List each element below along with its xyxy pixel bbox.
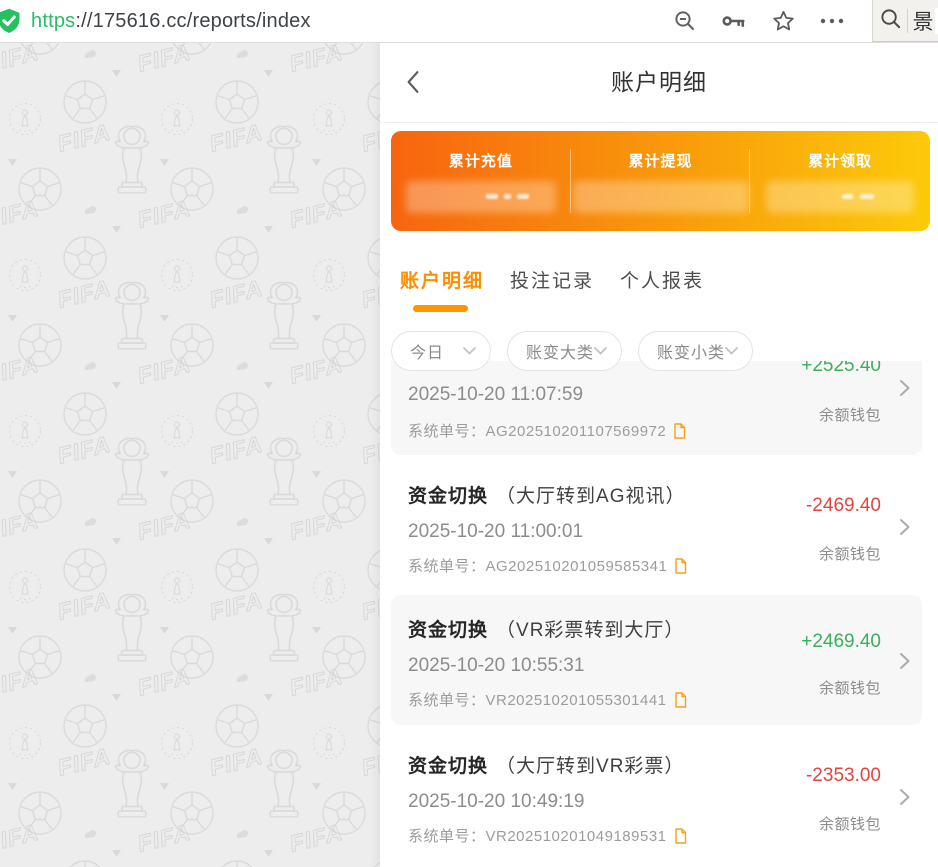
url-path: ://175616.cc/reports/index: [75, 10, 310, 33]
chevron-right-icon[interactable]: [899, 379, 911, 397]
transaction-title: 资金切换 （VR彩票转到大厅）: [408, 615, 684, 642]
chevron-right-icon[interactable]: [899, 652, 911, 670]
wallet-label: 余额钱包: [819, 813, 881, 834]
chevron-down-icon: [594, 347, 607, 355]
redacted-dash: [504, 194, 511, 199]
transaction-datetime: 2025-10-20 11:07:59: [408, 384, 583, 406]
filter-label: 账变小类: [657, 339, 725, 363]
wallet-label: 余额钱包: [819, 404, 881, 425]
transaction-type: 资金切换: [408, 620, 488, 641]
transaction-row[interactable]: +2525.40 2025-10-20 11:07:59 系统单号：AG2025…: [391, 361, 922, 455]
wallet-label: 余额钱包: [819, 543, 881, 564]
order-number-text: 系统单号：VR202510201055301441: [408, 689, 667, 710]
order-number: 系统单号：VR202510201055301441: [408, 689, 687, 710]
transaction-list[interactable]: +2525.40 2025-10-20 11:07:59 系统单号：AG2025…: [380, 361, 938, 867]
summary-gradient-card: 累计充值 累计提现 累计领取: [391, 131, 930, 231]
copy-icon[interactable]: [674, 692, 687, 708]
copy-icon[interactable]: [673, 423, 686, 439]
find-query-text[interactable]: 景: [913, 6, 934, 36]
password-key-icon[interactable]: [722, 9, 746, 33]
address-bar[interactable]: https://175616.cc/reports/index: [31, 10, 673, 33]
chevron-right-icon[interactable]: [899, 518, 911, 536]
back-button[interactable]: [402, 70, 426, 94]
filter-minor-type-dropdown[interactable]: 账变小类: [638, 331, 753, 371]
page-title: 账户明细: [380, 42, 938, 122]
secure-shield-icon: [0, 6, 23, 36]
tab-personal-report[interactable]: 个人报表: [620, 260, 704, 320]
filter-bar: 今日 账变大类 账变小类: [380, 329, 938, 361]
bookmark-star-icon[interactable]: [771, 9, 795, 33]
chevron-right-icon[interactable]: [899, 788, 911, 806]
redacted-dash: [486, 194, 498, 199]
order-number-text: 系统单号：VR202510201049189531: [408, 825, 667, 846]
order-number-text: 系统单号：AG202510201059585341: [408, 555, 667, 576]
redacted-dash: [842, 194, 853, 199]
order-number-text: 系统单号：AG202510201107569972: [408, 420, 666, 441]
page-header: 账户明细: [380, 42, 938, 123]
order-number: 系统单号：AG202510201059585341: [408, 555, 687, 576]
transaction-datetime: 2025-10-20 11:00:01: [408, 521, 583, 543]
more-menu-icon[interactable]: [820, 9, 844, 33]
chevron-down-icon: [463, 347, 476, 355]
order-number: 系统单号：VR202510201049189531: [408, 825, 687, 846]
transaction-note: （大厅转到VR彩票）: [496, 756, 684, 777]
filter-major-type-dropdown[interactable]: 账变大类: [507, 331, 622, 371]
redacted-value: [406, 181, 556, 213]
find-divider: [907, 9, 908, 33]
order-number: 系统单号：AG202510201107569972: [408, 420, 686, 441]
chevron-down-icon: [725, 347, 738, 355]
transaction-type: 资金切换: [408, 756, 488, 777]
transaction-row[interactable]: 资金切换 （大厅转到VR彩票） -2353.00 2025-10-20 10:49…: [391, 735, 922, 855]
account-detail-panel: 账户明细 累计充值 累计提现 累计领取 账户明细 投注记录 个人报表: [380, 42, 938, 867]
transaction-row[interactable]: 资金切换 （大厅转到AG视讯） -2469.40 2025-10-20 11:00…: [391, 465, 922, 585]
transaction-title: 资金切换 （大厅转到AG视讯）: [408, 481, 685, 508]
filter-date-dropdown[interactable]: 今日: [391, 331, 491, 371]
transaction-title: 资金切换 （大厅转到VR彩票）: [408, 751, 684, 778]
find-in-page-bar: 景: [872, 0, 938, 42]
redacted-dash: [860, 194, 874, 199]
summary-col-withdraw: 累计提现: [571, 131, 751, 231]
filter-label: 今日: [410, 339, 463, 363]
wallet-label: 余额钱包: [819, 677, 881, 698]
zoom-out-icon[interactable]: [673, 9, 697, 33]
redacted-dash: [517, 194, 529, 199]
amount-value: -2353.00: [806, 765, 881, 787]
transaction-note: （大厅转到AG视讯）: [496, 486, 685, 507]
find-caret: [935, 8, 938, 34]
amount-value: -2469.40: [806, 495, 881, 517]
amount-value: +2525.40: [801, 361, 881, 377]
transaction-datetime: 2025-10-20 10:49:19: [408, 791, 584, 813]
summary-col-deposit: 累计充值: [391, 131, 571, 231]
redacted-value: [766, 181, 914, 213]
transaction-note: （VR彩票转到大厅）: [496, 620, 684, 641]
summary-label: 累计领取: [750, 150, 930, 171]
copy-icon[interactable]: [674, 558, 687, 574]
filter-label: 账变大类: [526, 339, 594, 363]
transaction-type: 资金切换: [408, 486, 488, 507]
fifa-watermark-background: FIFA: [0, 42, 380, 867]
copy-icon[interactable]: [674, 828, 687, 844]
tab-bet-records[interactable]: 投注记录: [510, 260, 594, 320]
transaction-row[interactable]: 资金切换 （VR彩票转到大厅） +2469.40 2025-10-20 10:55…: [391, 595, 922, 725]
summary-col-claim: 累计领取: [750, 131, 930, 231]
summary-label: 累计充值: [391, 150, 571, 171]
find-search-icon[interactable]: [880, 8, 901, 34]
redacted-value: [573, 181, 749, 213]
browser-toolbar: https://175616.cc/reports/index 景: [0, 0, 938, 43]
url-scheme: https: [31, 10, 75, 33]
amount-value: +2469.40: [801, 631, 881, 653]
summary-label: 累计提现: [571, 150, 751, 171]
transaction-datetime: 2025-10-20 10:55:31: [408, 655, 584, 677]
active-tab-underline: [413, 305, 468, 312]
